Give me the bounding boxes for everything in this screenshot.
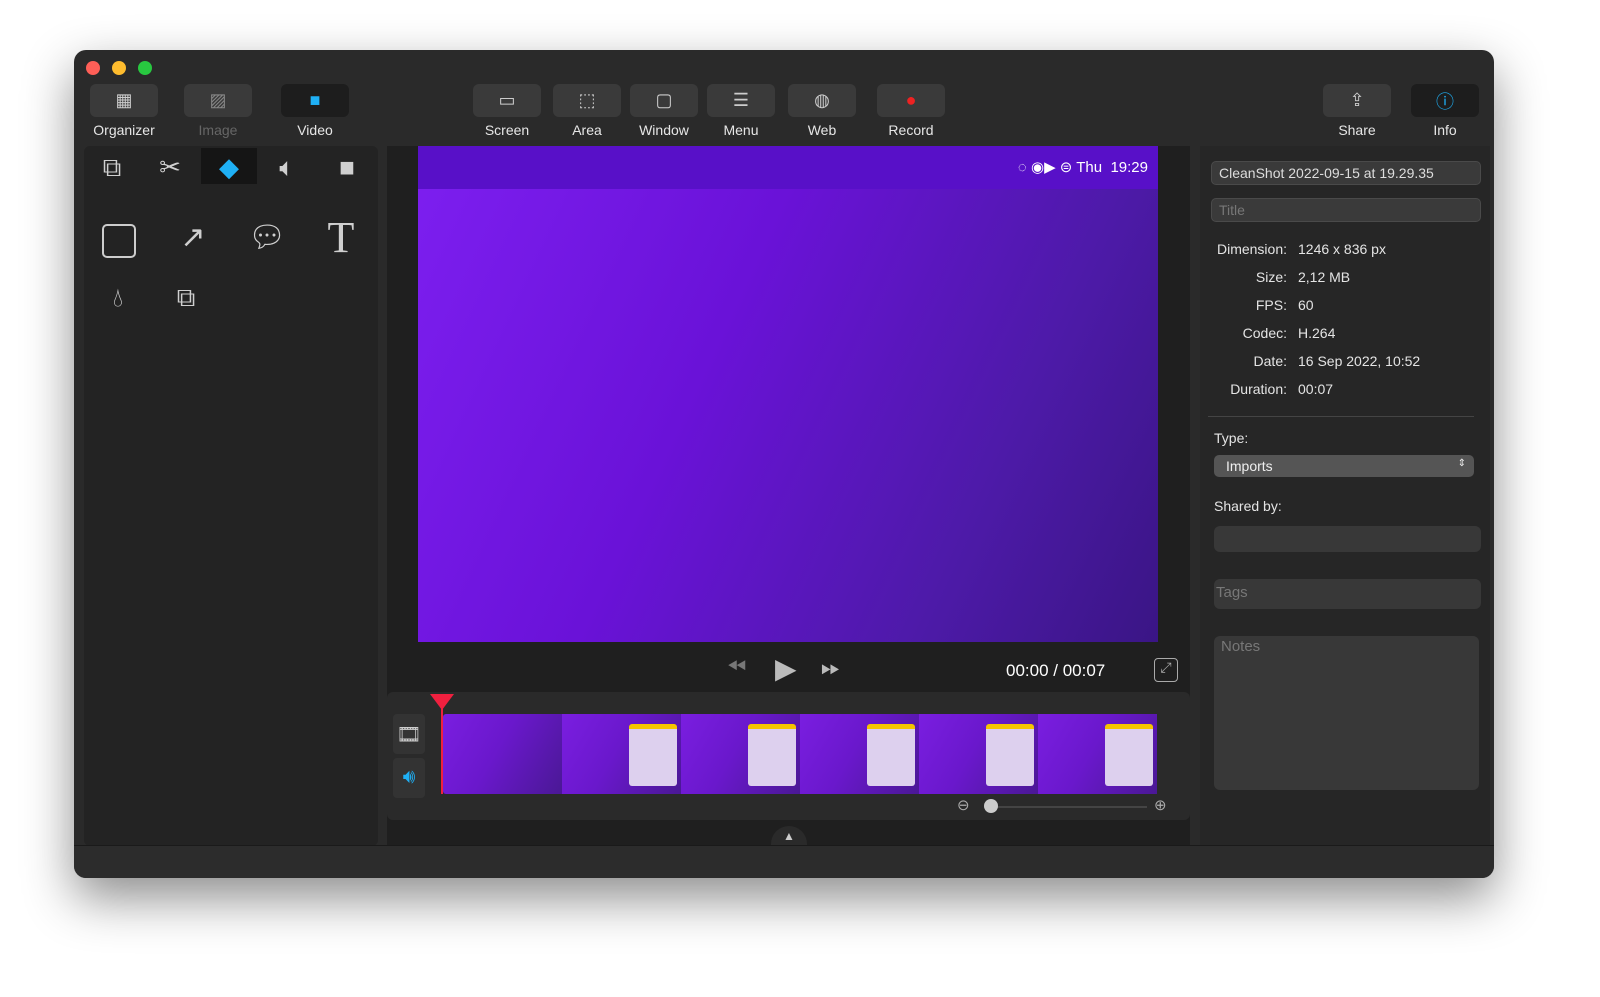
trim-icon[interactable]: ⧉ bbox=[87, 152, 137, 184]
area-icon: ⬚ bbox=[553, 84, 621, 117]
frame-card bbox=[867, 724, 915, 786]
record-icon: ● bbox=[877, 84, 945, 117]
type-select[interactable]: Imports ⇕ bbox=[1214, 455, 1474, 477]
image-icon: ▨ bbox=[184, 84, 252, 117]
editor-area: ◌ ◉▶ ⊜ Thu 19:29 ⏪︎ ▶ ⏩︎ 00:00 / 00:07 ⤢… bbox=[387, 146, 1190, 846]
bottom-bar bbox=[74, 845, 1494, 878]
frame-thumbnail bbox=[919, 714, 1038, 794]
rewind-button[interactable]: ⏪︎ bbox=[727, 654, 746, 682]
shared-by-field[interactable] bbox=[1214, 526, 1481, 552]
frame-thumbnail bbox=[800, 714, 919, 794]
zoom-button[interactable] bbox=[138, 61, 152, 75]
minimize-button[interactable] bbox=[112, 61, 126, 75]
info-icon: ⓘ bbox=[1411, 84, 1479, 117]
chevron-updown-icon: ⇕ bbox=[1457, 458, 1466, 469]
title-input[interactable]: Title bbox=[1211, 198, 1481, 222]
shared-by-label: Shared by: bbox=[1214, 498, 1282, 514]
notes-textarea[interactable]: Notes bbox=[1214, 636, 1479, 790]
menubar-icons: ◌ ◉▶ ⊜ bbox=[1017, 159, 1077, 176]
toolbar-area[interactable]: ⬚ Area bbox=[552, 84, 622, 138]
app-window: ▦ Organizer ▨ Image ■ Video ▭ Screen ⬚ Area ▢… bbox=[74, 50, 1494, 878]
fullscreen-icon[interactable]: ⤢ bbox=[1154, 658, 1178, 682]
zoom-out-icon[interactable]: ⊖ bbox=[957, 796, 970, 814]
frame-card bbox=[748, 724, 796, 786]
frame-strip[interactable] bbox=[443, 714, 1177, 794]
audio-track-icon[interactable]: 🔊︎ bbox=[393, 758, 425, 798]
frame-thumbnail bbox=[443, 714, 562, 794]
fast-forward-button[interactable]: ⏩︎ bbox=[821, 654, 840, 682]
toolbar-organizer[interactable]: ▦ Organizer bbox=[84, 84, 164, 138]
filename-field[interactable]: CleanShot 2022-09-15 at 19.29.35 bbox=[1211, 161, 1481, 185]
tags-input[interactable]: Tags bbox=[1214, 579, 1481, 609]
timeline: 🎞︎ 🔊︎ ⊖ ⊕ bbox=[387, 692, 1190, 820]
tools-panel: ⧉ ✂ ◆ 🔈︎ ■ ↗ 💬︎ T 💧︎ ⧉ bbox=[84, 146, 378, 846]
film-icon[interactable]: 🎞︎ bbox=[393, 714, 425, 754]
preview-menubar: ◌ ◉▶ ⊜ Thu 19:29 bbox=[418, 146, 1158, 189]
toolbar-screen[interactable]: ▭ Screen bbox=[472, 84, 542, 138]
frame-card bbox=[986, 724, 1034, 786]
expand-up-icon[interactable]: ▲ bbox=[771, 826, 807, 846]
text-tool-icon[interactable]: T bbox=[316, 212, 366, 263]
camera-icon[interactable]: ■ bbox=[322, 152, 372, 183]
toolbar-window[interactable]: ▢ Window bbox=[629, 84, 699, 138]
window-icon: ▢ bbox=[630, 84, 698, 117]
divider bbox=[1208, 416, 1474, 417]
toolbar-share[interactable]: ⇪ Share bbox=[1322, 84, 1392, 138]
toolbar-web[interactable]: ◍ Web bbox=[787, 84, 857, 138]
annotate-icon[interactable]: ◆ bbox=[201, 148, 257, 184]
share-icon: ⇪ bbox=[1323, 84, 1391, 117]
playhead-handle[interactable] bbox=[430, 694, 454, 710]
toolbar-image[interactable]: ▨ Image bbox=[178, 84, 258, 138]
speech-bubble-icon[interactable]: 💬︎ bbox=[242, 220, 292, 255]
video-preview[interactable]: ◌ ◉▶ ⊜ Thu 19:29 bbox=[418, 146, 1158, 642]
zoom-in-icon[interactable]: ⊕ bbox=[1154, 796, 1167, 814]
scissors-icon[interactable]: ✂ bbox=[145, 152, 195, 183]
rectangle-tool-icon[interactable] bbox=[102, 224, 136, 258]
toolbar-video[interactable]: ■ Video bbox=[275, 84, 355, 138]
arrow-tool-icon[interactable]: ↗ bbox=[168, 220, 218, 255]
info-panel: CleanShot 2022-09-15 at 19.29.35 Title D… bbox=[1200, 146, 1490, 846]
screen-icon: ▭ bbox=[473, 84, 541, 117]
toolbar-record[interactable]: ● Record bbox=[876, 84, 946, 138]
time-display: 00:00 / 00:07 bbox=[1006, 661, 1106, 680]
close-button[interactable] bbox=[86, 61, 100, 75]
frame-card bbox=[1105, 724, 1153, 786]
frame-card bbox=[629, 724, 677, 786]
video-annotate-icon: ■ bbox=[281, 84, 349, 117]
toolbar-menu[interactable]: ☰ Menu bbox=[706, 84, 776, 138]
frame-thumbnail bbox=[681, 714, 800, 794]
frame-thumbnail bbox=[1038, 714, 1157, 794]
grid-icon: ▦ bbox=[90, 84, 158, 117]
zoom-slider-thumb[interactable] bbox=[984, 799, 998, 813]
zoom-slider[interactable] bbox=[987, 806, 1147, 808]
frame-thumbnail bbox=[562, 714, 681, 794]
play-button[interactable]: ▶ bbox=[775, 652, 797, 685]
globe-icon: ◍ bbox=[788, 84, 856, 117]
menu-icon: ☰ bbox=[707, 84, 775, 117]
toolbar-info[interactable]: ⓘ Info bbox=[1410, 84, 1480, 138]
image-overlay-icon[interactable]: ⧉ bbox=[161, 282, 211, 314]
volume-icon[interactable]: 🔈︎ bbox=[262, 152, 312, 184]
drop-icon[interactable]: 💧︎ bbox=[93, 282, 143, 314]
type-label: Type: bbox=[1214, 430, 1249, 446]
playhead[interactable] bbox=[441, 704, 443, 794]
